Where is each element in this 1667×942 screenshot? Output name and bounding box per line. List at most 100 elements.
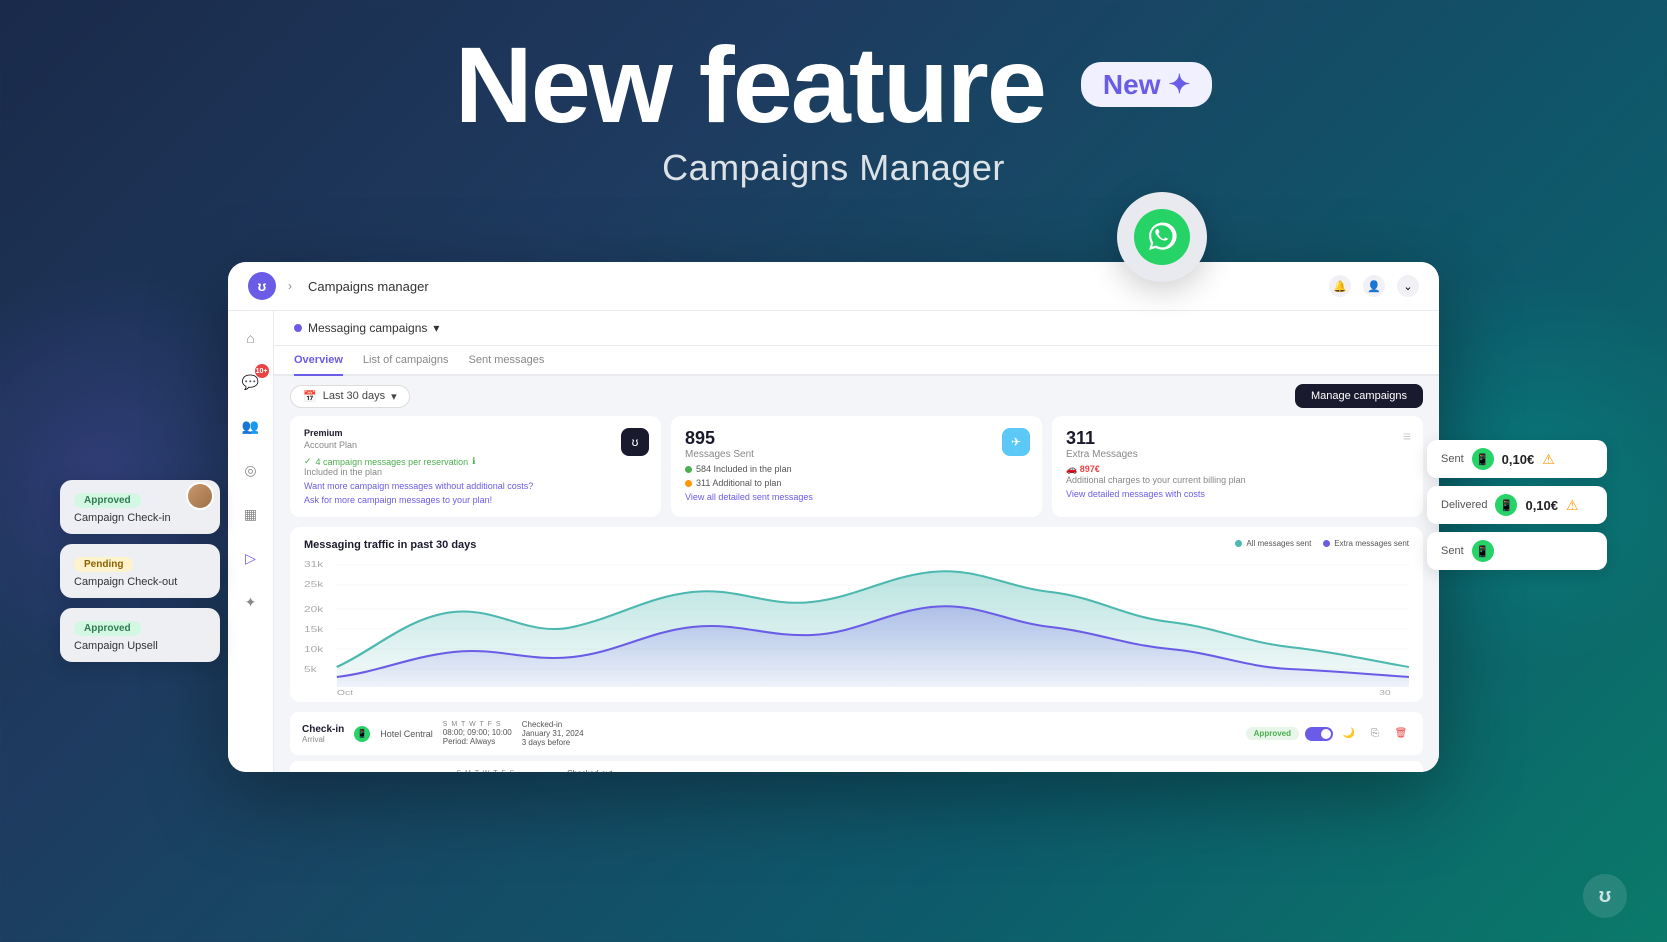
svg-text:30: 30 [1379, 689, 1391, 697]
stat-included: Included in the plan [304, 467, 647, 477]
status-approved-1: Approved [1246, 727, 1299, 740]
chevron-icon: ▾ [433, 321, 439, 335]
dash-toolbar: Messaging campaigns ▾ [274, 311, 1439, 346]
svg-text:15k: 15k [304, 626, 324, 635]
stat-link-1[interactable]: Want more campaign messages without addi… [304, 481, 647, 491]
app-logo: ʊ [248, 272, 276, 300]
sent-link[interactable]: View all detailed sent messages [685, 492, 1028, 502]
hero-title-text: New feature [455, 28, 1045, 141]
float-name-2: Campaign Check-out [74, 576, 206, 588]
cost-label: Additional charges to your current billi… [1066, 475, 1409, 485]
frc-wa-icon-3: 📱 [1472, 540, 1494, 562]
sidebar-messages-icon[interactable]: 💬 10+ [236, 367, 266, 397]
sidebar-home-icon[interactable]: ⌂ [236, 323, 266, 353]
frc-label-1: Sent [1441, 453, 1464, 465]
sidebar-reports-icon[interactable]: ▦ [236, 499, 266, 529]
cost-link[interactable]: View detailed messages with costs [1066, 489, 1409, 499]
messages-sent-card: 895 Messages Sent ✈ 584 Included in the … [671, 416, 1042, 517]
delete-button-1[interactable]: 🗑 [1391, 724, 1411, 744]
float-right-card-2: Delivered 📱 0,10€ ⚠ [1427, 486, 1607, 524]
dash-main: Messaging campaigns ▾ Overview List of c… [274, 311, 1439, 772]
stat-feature: ✓ 4 campaign messages per reservation ℹ [304, 456, 647, 467]
svg-text:Oct: Oct [337, 689, 354, 697]
messages-sent-value: 895 [685, 428, 1028, 449]
chart-svg: 31k 25k 20k 15k 10k 5k [304, 557, 1409, 697]
dashboard-card: ʊ › Campaigns manager 🔔 👤 ⌄ ⌂ 💬 10+ 👥 ◎ … [228, 262, 1439, 772]
new-badge[interactable]: New ✦ [1081, 62, 1212, 107]
frc-wa-icon-1: 📱 [1472, 448, 1494, 470]
camp-trigger-label-2: Checked-out [567, 769, 629, 772]
camp-icons-1: 📱 [354, 726, 370, 742]
notification-icon[interactable]: 🔔 [1329, 275, 1351, 297]
float-badge-approved-1: Approved [74, 493, 141, 508]
stat-tag-premium: Premium [304, 428, 647, 438]
header-icons: 🔔 👤 ⌄ [1329, 275, 1419, 297]
action-bar: 📅 Last 30 days ▾ Manage campaigns [274, 376, 1439, 416]
sidebar-contacts-icon[interactable]: 👥 [236, 411, 266, 441]
additional-text: 311 Additional to plan [696, 478, 781, 488]
toggle-on-1[interactable] [1305, 727, 1333, 741]
manage-campaigns-button[interactable]: Manage campaigns [1295, 384, 1423, 408]
cost-value: 🚗 897€ [1066, 464, 1409, 475]
dash-body: ⌂ 💬 10+ 👥 ◎ ▦ ▷ ✦ Messaging campaigns ▾ … [228, 311, 1439, 772]
stat-link-2[interactable]: Ask for more campaign messages to your p… [304, 495, 647, 505]
camp-hotel-1: Hotel Central [380, 729, 433, 739]
dash-tabs: Overview List of campaigns Sent messages [274, 346, 1439, 376]
float-right-card-3: Sent 📱 [1427, 532, 1607, 570]
sparkle-icon: ✦ [1168, 71, 1190, 98]
messaging-dot [294, 324, 302, 332]
user-icon[interactable]: 👤 [1363, 275, 1385, 297]
float-badge-pending-2: Pending [74, 557, 133, 572]
svg-text:25k: 25k [304, 581, 324, 590]
frc-wa-icon-2: 📱 [1495, 494, 1517, 516]
extra-label: Extra Messages [1066, 449, 1409, 460]
camp-period-1: Period: Always [443, 737, 512, 746]
float-name-1: Campaign Check-in [74, 512, 206, 524]
camp-offset-1: 3 days before [522, 738, 584, 747]
whatsapp-icon [1134, 209, 1190, 265]
extra-value: 311 [1066, 428, 1409, 449]
additional-row: 311 Additional to plan [685, 478, 1028, 488]
date-filter-button[interactable]: 📅 Last 30 days ▾ [290, 385, 410, 408]
moon-button-1[interactable]: 🌙 [1339, 724, 1359, 744]
camp-schedule-1: S M T W T F S 08:00; 09:00; 10:00 Period… [443, 721, 512, 746]
camp-days-2: S M T W T F S [456, 770, 557, 772]
svg-text:10k: 10k [304, 646, 324, 655]
tab-overview[interactable]: Overview [294, 346, 343, 376]
camp-trigger-label-1: Checked-in [522, 720, 584, 729]
camp-trigger-date-1: January 31, 2024 [522, 729, 584, 738]
copy-button-1[interactable]: ⎘ [1365, 724, 1385, 744]
camp-days-1: S M T W T F S [443, 721, 512, 728]
float-avatar-1 [186, 482, 214, 510]
nav-chevron: › [288, 279, 292, 293]
chevron-down-icon[interactable]: ⌄ [1397, 275, 1419, 297]
legend-extra-messages: Extra messages sent [1323, 539, 1409, 548]
send-icon: ✈ [1002, 428, 1030, 456]
bottom-logo-circle: ʊ [1583, 874, 1627, 918]
sidebar-settings-icon[interactable]: ✦ [236, 587, 266, 617]
frc-label-3: Sent [1441, 545, 1464, 557]
sidebar-analytics-icon[interactable]: ◎ [236, 455, 266, 485]
camp-schedule-2: S M T W T F S 08:00; 09:00; 10:00; 11:00… [456, 770, 557, 772]
date-filter-label: Last 30 days [323, 390, 385, 402]
campaign-row-1: Check-in Arrival 📱 Hotel Central S M T W… [290, 712, 1423, 755]
camp-actions-1: Approved 🌙 ⎘ 🗑 [1246, 724, 1411, 744]
floating-cards-right: Sent 📱 0,10€ ⚠ Delivered 📱 0,10€ ⚠ Sent … [1427, 440, 1607, 570]
camp-trigger-2: Checked-out January 31, 2024 3 days afte… [567, 769, 629, 772]
frc-price-1: 0,10€ [1502, 452, 1535, 467]
included-text: 584 Included in the plan [696, 464, 792, 474]
legend-label-2: Extra messages sent [1334, 539, 1409, 548]
legend-all-messages: All messages sent [1235, 539, 1311, 548]
extra-messages-card: 311 Extra Messages ≡ 🚗 897€ Additional c… [1052, 416, 1423, 517]
camp-trigger-1: Checked-in January 31, 2024 3 days befor… [522, 720, 584, 747]
messaging-campaign-button[interactable]: Messaging campaigns ▾ [294, 321, 439, 335]
tab-sent-messages[interactable]: Sent messages [469, 346, 545, 376]
float-card-inner-1: Approved Campaign Check-in [74, 490, 206, 524]
legend-label-1: All messages sent [1246, 539, 1311, 548]
svg-text:20k: 20k [304, 606, 324, 615]
tab-list-campaigns[interactable]: List of campaigns [363, 346, 449, 376]
frc-warn-2: ⚠ [1566, 497, 1579, 514]
legend-dot-purple [1323, 540, 1330, 547]
sidebar-campaigns-icon[interactable]: ▷ [236, 543, 266, 573]
float-badge-approved-3: Approved [74, 621, 141, 636]
